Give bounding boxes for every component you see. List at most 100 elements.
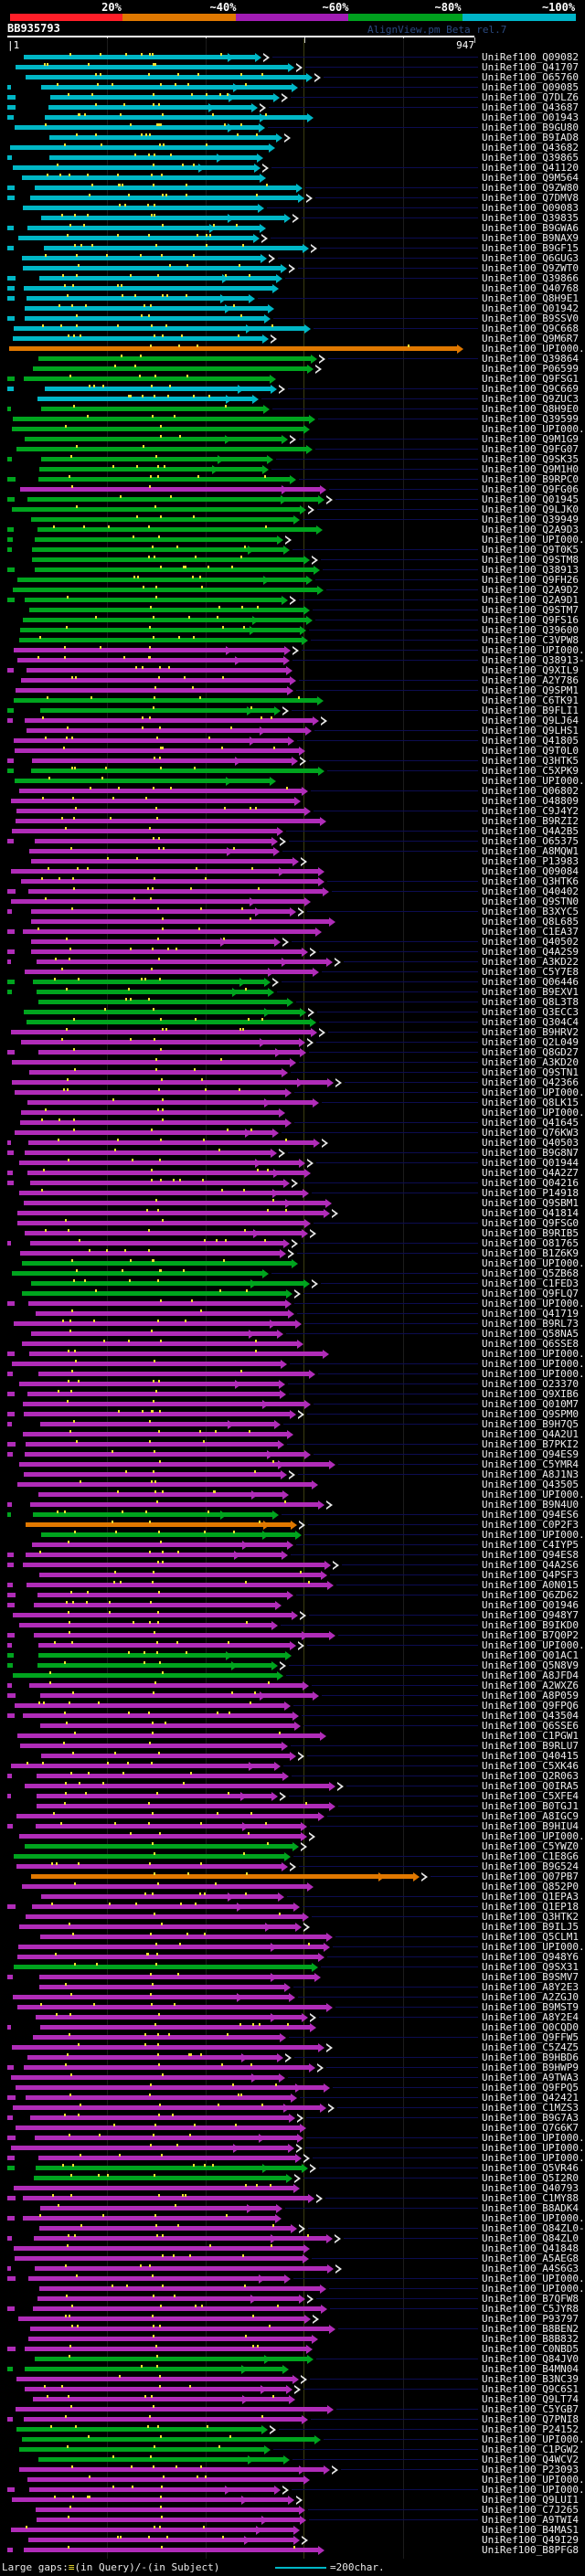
hit-bar[interactable] (19, 1191, 303, 1195)
hit-bar[interactable] (22, 1261, 292, 1266)
hit-bar[interactable] (21, 879, 318, 884)
hit-bar[interactable] (38, 1643, 290, 1648)
hit-bar[interactable] (38, 2156, 295, 2160)
hit-bar[interactable] (9, 346, 457, 351)
hit-bar-leading-segment[interactable] (7, 316, 15, 321)
hit-bar[interactable] (36, 2507, 299, 2512)
hit-bar[interactable] (34, 1603, 275, 1607)
hit-bar-leading-segment[interactable] (7, 407, 11, 411)
hit-bar[interactable] (36, 1311, 288, 1316)
hit-bar-leading-segment[interactable] (7, 1583, 13, 1587)
hit-bar-leading-segment[interactable] (7, 959, 11, 964)
hit-bar[interactable] (39, 467, 262, 472)
hit-bar[interactable] (27, 2477, 303, 2482)
hit-bar[interactable] (40, 1422, 274, 1426)
hit-bar[interactable] (26, 1522, 291, 1527)
hit-bar-leading-segment[interactable] (7, 2156, 15, 2160)
hit-bar-leading-segment[interactable] (7, 1452, 13, 1457)
hit-bar-leading-segment[interactable] (7, 376, 15, 381)
hit-bar-leading-segment[interactable] (7, 2136, 16, 2140)
hit-bar[interactable] (17, 2005, 326, 2009)
hit-bar[interactable] (25, 2347, 306, 2351)
alignment-row[interactable]: UniRef100_B8PFG8 (0, 2545, 585, 2555)
hit-bar-leading-segment[interactable] (7, 296, 15, 301)
hit-bar-leading-segment[interactable] (7, 1140, 11, 1145)
hit-bar-leading-segment[interactable] (7, 537, 13, 542)
hit-bar-leading-segment[interactable] (7, 1683, 12, 1688)
hit-bar[interactable] (23, 618, 306, 622)
hit-bar-leading-segment[interactable] (7, 1553, 14, 1557)
hit-bar[interactable] (16, 2407, 327, 2412)
hit-bar[interactable] (23, 206, 258, 210)
hit-bar-leading-segment[interactable] (7, 155, 12, 160)
hit-bar-leading-segment[interactable] (7, 2216, 15, 2221)
hit-bar[interactable] (26, 1442, 278, 1447)
hit-bar[interactable] (25, 1231, 302, 1235)
hit-bar[interactable] (37, 397, 252, 401)
hit-bar-leading-segment[interactable] (7, 1663, 13, 1668)
hit-bar[interactable] (38, 1050, 300, 1055)
hit-bar[interactable] (15, 1090, 285, 1095)
hit-bar[interactable] (20, 1744, 282, 1748)
hit-bar[interactable] (27, 226, 260, 230)
hit-bar-leading-segment[interactable] (7, 1442, 16, 1447)
hit-bar-leading-segment[interactable] (7, 1181, 14, 1185)
hit-bar[interactable] (35, 2266, 327, 2271)
hit-bar[interactable] (27, 1392, 280, 1396)
hit-bar[interactable] (38, 2457, 283, 2462)
hit-bar[interactable] (16, 809, 304, 813)
hit-bar-leading-segment[interactable] (7, 909, 12, 914)
hit-bar[interactable] (40, 2025, 310, 2030)
hit-bar-leading-segment[interactable] (7, 2236, 12, 2241)
hit-bar[interactable] (12, 1362, 281, 1366)
hit-bar-leading-segment[interactable] (7, 889, 16, 894)
hit-bar[interactable] (25, 306, 268, 311)
hit-bar[interactable] (33, 366, 307, 371)
hit-bar[interactable] (37, 1804, 329, 1808)
hit-bar-leading-segment[interactable] (7, 497, 15, 502)
hit-bar[interactable] (38, 477, 290, 482)
hit-bar[interactable] (27, 497, 318, 502)
hit-bar-leading-segment[interactable] (7, 1392, 15, 1396)
hit-bar-leading-segment[interactable] (7, 85, 11, 90)
hit-bar[interactable] (26, 1914, 303, 1919)
hit-bar-leading-segment[interactable] (7, 1352, 15, 1356)
hit-bar[interactable] (37, 1774, 282, 1778)
hit-bar[interactable] (12, 1080, 327, 1085)
hit-bar-leading-segment[interactable] (7, 949, 15, 954)
hit-bar-leading-segment[interactable] (7, 457, 12, 461)
hit-bar[interactable] (32, 557, 303, 562)
hit-bar[interactable] (45, 387, 271, 391)
hit-bar-leading-segment[interactable] (7, 387, 14, 391)
hit-bar[interactable] (16, 1814, 318, 1818)
hit-bar-leading-segment[interactable] (7, 2367, 13, 2371)
hit-bar[interactable] (23, 929, 315, 934)
hit-bar[interactable] (31, 859, 292, 864)
hit-bar-leading-segment[interactable] (7, 2025, 11, 2030)
hit-bar[interactable] (31, 909, 290, 914)
hit-bar[interactable] (19, 638, 302, 642)
hit-bar[interactable] (41, 216, 284, 220)
hit-bar[interactable] (13, 588, 317, 592)
hit-bar-leading-segment[interactable] (7, 2276, 16, 2281)
hit-bar[interactable] (35, 567, 314, 572)
hit-bar[interactable] (19, 1623, 271, 1627)
hit-bar[interactable] (19, 2467, 324, 2472)
hit-bar[interactable] (15, 125, 259, 130)
hit-bar[interactable] (26, 75, 306, 80)
hit-bar[interactable] (27, 296, 249, 301)
hit-bar[interactable] (25, 718, 313, 723)
hit-bar[interactable] (16, 65, 288, 69)
hit-bar-leading-segment[interactable] (7, 1794, 11, 1798)
hit-bar[interactable] (40, 1723, 294, 1728)
hit-bar[interactable] (28, 2276, 284, 2281)
hit-bar[interactable] (19, 1924, 295, 1929)
hit-bar[interactable] (39, 1985, 284, 1989)
hit-bar[interactable] (38, 1000, 287, 1004)
hit-bar[interactable] (21, 678, 290, 683)
hit-bar[interactable] (30, 1502, 318, 1507)
hit-bar[interactable] (16, 2125, 300, 2130)
hit-bar[interactable] (26, 1553, 282, 1557)
hit-bar-leading-segment[interactable] (7, 226, 14, 230)
hit-bar[interactable] (25, 437, 282, 441)
